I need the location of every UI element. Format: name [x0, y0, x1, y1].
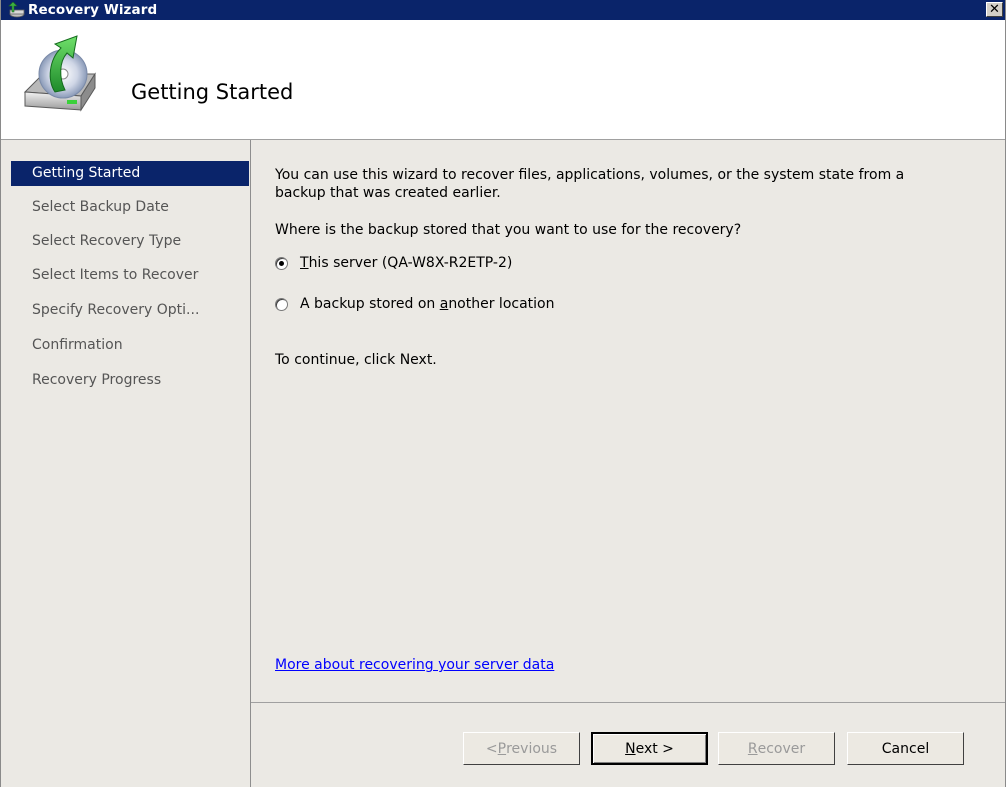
- this-server-radio[interactable]: [275, 256, 288, 270]
- intro-text-line-2: backup that was created earlier.: [275, 185, 501, 201]
- option-this-server[interactable]: This server (QA-W8X-R2ETP-2): [275, 255, 512, 271]
- window-title: Recovery Wizard: [28, 2, 158, 18]
- nav-step-getting-started[interactable]: Getting Started: [11, 161, 249, 186]
- option-another-location[interactable]: A backup stored on another location: [275, 296, 554, 312]
- previous-button[interactable]: < Previous: [463, 732, 580, 765]
- this-server-label-accelerator: T: [300, 255, 309, 271]
- cancel-button[interactable]: Cancel: [847, 732, 964, 765]
- this-server-label[interactable]: This server (QA-W8X-R2ETP-2): [300, 255, 512, 271]
- intro-text-line-1: You can use this wizard to recover files…: [275, 167, 905, 183]
- wizard-header: Getting Started: [1, 20, 1005, 140]
- another-location-radio[interactable]: [275, 297, 288, 311]
- previous-button-pre: <: [485, 740, 498, 757]
- page-title: Getting Started: [131, 80, 294, 104]
- close-icon: ✕: [989, 2, 1000, 17]
- wizard-steps-nav: Getting Started Select Backup Date Selec…: [1, 140, 251, 787]
- nav-step-recovery-progress[interactable]: Recovery Progress: [11, 368, 249, 393]
- next-button[interactable]: Next >: [591, 732, 708, 765]
- recover-button[interactable]: Recover: [718, 732, 835, 765]
- wizard-footer: < Previous Next > Recover Cancel: [251, 702, 1005, 787]
- wizard-content: You can use this wizard to recover files…: [251, 140, 1005, 702]
- this-server-label-text: his server (QA-W8X-R2ETP-2): [308, 255, 513, 271]
- more-about-recovering-link[interactable]: More about recovering your server data: [275, 657, 554, 673]
- title-bar[interactable]: Recovery Wizard ✕: [1, 0, 1005, 20]
- next-button-post: ext >: [635, 740, 674, 757]
- previous-button-post: revious: [506, 740, 558, 757]
- recover-button-post: ecover: [757, 740, 806, 757]
- another-location-label-pre: A backup stored on: [300, 296, 440, 312]
- close-button[interactable]: ✕: [986, 2, 1003, 17]
- another-location-label[interactable]: A backup stored on another location: [300, 296, 554, 312]
- recover-button-accelerator: R: [747, 740, 758, 757]
- recovery-wizard-window: Recovery Wizard ✕ Getting Started Gettin…: [0, 0, 1006, 787]
- next-button-accelerator: N: [625, 740, 636, 757]
- nav-step-select-items-to-recover[interactable]: Select Items to Recover: [11, 263, 249, 288]
- backup-location-question: Where is the backup stored that you want…: [275, 222, 742, 238]
- nav-step-select-backup-date[interactable]: Select Backup Date: [11, 195, 249, 220]
- another-location-label-post: nother location: [448, 296, 555, 312]
- backup-disk-restore-icon: [19, 26, 101, 120]
- previous-button-accelerator: P: [497, 740, 507, 757]
- nav-step-confirmation[interactable]: Confirmation: [11, 333, 249, 358]
- nav-step-specify-recovery-options[interactable]: Specify Recovery Opti...: [11, 298, 249, 323]
- recovery-wizard-app-icon: [7, 1, 25, 18]
- continue-instruction: To continue, click Next.: [275, 352, 437, 368]
- nav-step-select-recovery-type[interactable]: Select Recovery Type: [11, 229, 249, 254]
